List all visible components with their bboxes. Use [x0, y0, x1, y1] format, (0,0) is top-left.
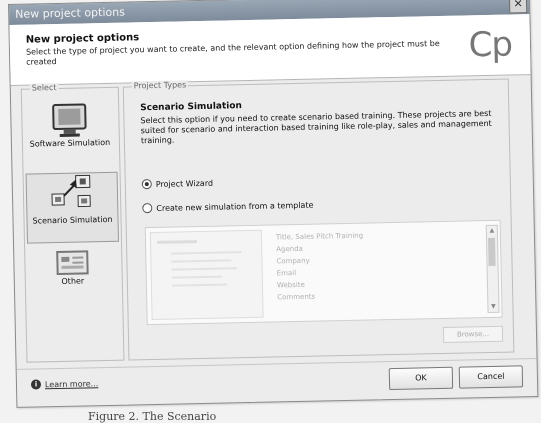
window-title: New project options: [15, 5, 126, 21]
template-list-box[interactable]: Title, Sales Pitch Training Agenda Compa…: [144, 219, 503, 326]
scenario-icon: [51, 174, 91, 208]
captivate-logo: Cp: [468, 24, 513, 66]
dialog-header: New project options Select the type of p…: [9, 14, 531, 86]
radio-project-wizard[interactable]: Project Wizard: [141, 178, 214, 190]
ok-button[interactable]: OK: [388, 366, 454, 391]
project-types-label: Project Types: [131, 80, 189, 91]
type-other[interactable]: Other: [27, 248, 118, 302]
type-scenario-simulation[interactable]: Scenario Simulation: [25, 171, 120, 244]
new-project-dialog: New project options ✕ New project option…: [8, 0, 539, 408]
project-type-title: Scenario Simulation: [140, 101, 243, 114]
radio-from-template[interactable]: Create new simulation from a template: [142, 200, 314, 214]
learn-more-link[interactable]: Learn more...: [45, 379, 98, 389]
learn-more[interactable]: i Learn more...: [30, 378, 98, 390]
project-types-panel: Project Types Scenario Simulation Select…: [122, 78, 515, 361]
type-software-simulation[interactable]: Software Simulation: [24, 102, 115, 168]
browse-button[interactable]: Browse...: [442, 325, 504, 343]
type-label: Software Simulation: [29, 137, 111, 149]
other-icon: [56, 250, 89, 276]
project-type-description: Select this option if you need to create…: [140, 108, 492, 146]
radio-label: Project Wizard: [155, 178, 214, 189]
template-items: Title, Sales Pitch Training Agenda Compa…: [276, 230, 365, 304]
monitor-icon: [52, 103, 87, 137]
scroll-thumb[interactable]: [488, 237, 496, 266]
scroll-down-icon[interactable]: ▼: [488, 302, 498, 312]
scroll-up-icon[interactable]: ▲: [487, 226, 497, 236]
header-title: New project options: [25, 32, 140, 46]
radio-checked-icon: [141, 179, 152, 190]
info-icon: i: [30, 379, 42, 390]
template-preview-graphic: [156, 240, 242, 287]
figure-caption: Figure 2. The Scenario: [88, 410, 217, 423]
template-item[interactable]: Comments: [277, 290, 364, 304]
type-label: Other: [61, 276, 85, 286]
template-preview: [149, 229, 264, 321]
radio-label: Create new simulation from a template: [156, 200, 314, 213]
template-item[interactable]: Title, Sales Pitch Training: [276, 230, 363, 244]
select-panel: Select Software Simulation Scenario Simu…: [20, 82, 125, 363]
type-label: Scenario Simulation: [32, 214, 113, 226]
cancel-button[interactable]: Cancel: [458, 365, 524, 389]
close-button[interactable]: ✕: [508, 0, 528, 14]
select-label: Select: [29, 82, 59, 93]
radio-unchecked-icon: [142, 203, 153, 214]
template-scrollbar[interactable]: ▲ ▼: [485, 224, 500, 314]
